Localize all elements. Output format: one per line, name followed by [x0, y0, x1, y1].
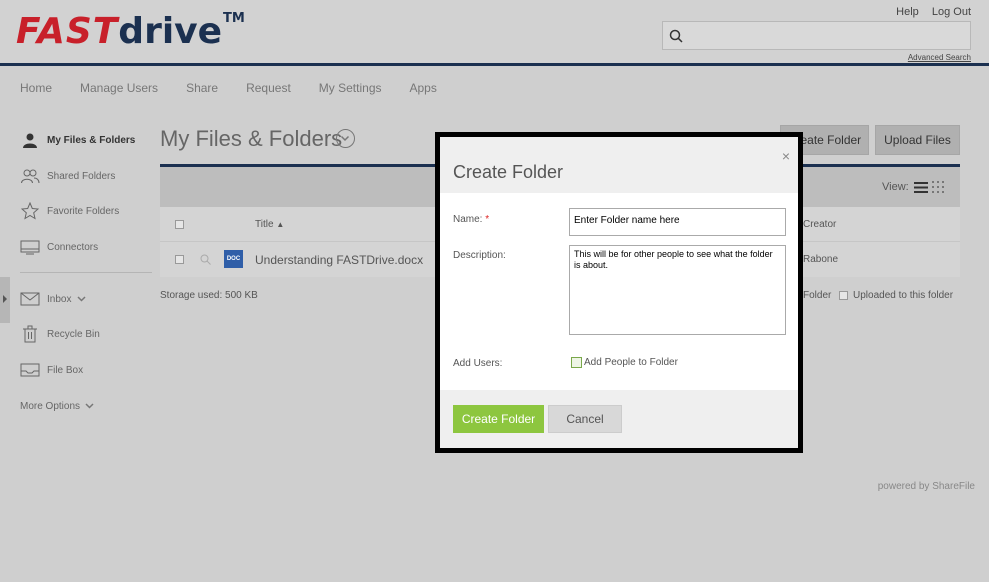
uploaded-checkbox[interactable]: [839, 291, 848, 300]
sidebar-item-label: Shared Folders: [47, 170, 116, 182]
filter-uploaded-label: Uploaded to this folder: [853, 290, 954, 301]
column-creator-header[interactable]: Creator: [803, 219, 836, 230]
sidebar-item-file-box[interactable]: File Box: [20, 359, 83, 381]
dialog-title: Create Folder: [453, 162, 564, 182]
sidebar-item-label: Favorite Folders: [47, 205, 120, 217]
sidebar-item-label: Connectors: [47, 241, 99, 253]
sidebar-item-shared-folders[interactable]: Shared Folders: [20, 165, 115, 187]
view-label: View:: [882, 181, 909, 193]
description-label: Description:: [453, 250, 506, 261]
nav-share[interactable]: Share: [186, 81, 218, 95]
fastdrive-logo[interactable]: FAST drive TM: [16, 11, 245, 52]
required-mark: *: [485, 214, 490, 225]
add-users-label: Add Users:: [453, 358, 503, 369]
file-creator: Rabone: [803, 254, 839, 265]
close-icon[interactable]: ×: [782, 148, 790, 164]
sidebar-item-favorite-folders[interactable]: Favorite Folders: [20, 200, 119, 222]
sidebar-collapse-tab[interactable]: [0, 277, 10, 323]
logo-drive-text: drive: [118, 11, 223, 52]
sidebar-item-label: Inbox: [47, 293, 72, 305]
chevron-down-icon: [85, 403, 94, 409]
logo-tm-mark: TM: [223, 11, 245, 26]
row-checkbox[interactable]: [175, 255, 184, 264]
create-folder-dialog: Create Folder × Name: * Enter Folder nam…: [435, 132, 803, 453]
mail-icon: [20, 290, 40, 308]
advanced-search-link[interactable]: Advanced Search: [908, 53, 971, 62]
description-textarea[interactable]: This will be for other people to see wha…: [569, 245, 786, 335]
star-icon: [20, 202, 40, 220]
name-label: Name: *: [453, 214, 490, 225]
top-links: Help Log Out: [886, 6, 971, 18]
list-view-icon[interactable]: [914, 181, 928, 194]
sidebar-item-label: My Files & Folders: [47, 134, 136, 146]
main-nav: Home Manage Users Share Request My Setti…: [20, 81, 465, 95]
sidebar-item-recycle-bin[interactable]: Recycle Bin: [20, 323, 100, 345]
powered-by-text: powered by ShareFile: [877, 481, 975, 492]
column-title-header[interactable]: Title ▲: [255, 219, 284, 230]
add-people-option[interactable]: Add People to Folder: [571, 357, 678, 368]
cancel-button[interactable]: Cancel: [548, 405, 622, 433]
nav-manage-users[interactable]: Manage Users: [80, 81, 158, 95]
chevron-down-icon: [77, 296, 86, 302]
doc-file-icon: DOC: [224, 250, 243, 268]
person-icon: [20, 131, 40, 149]
title-dropdown-icon[interactable]: [336, 129, 355, 148]
sidebar-item-my-files[interactable]: My Files & Folders: [20, 129, 135, 151]
add-people-checkbox[interactable]: [571, 357, 582, 368]
sidebar-item-inbox[interactable]: Inbox: [20, 288, 86, 310]
select-all-checkbox[interactable]: [175, 220, 184, 229]
sidebar-item-label: File Box: [47, 364, 84, 376]
sidebar-item-connectors[interactable]: Connectors: [20, 236, 98, 258]
help-link[interactable]: Help: [896, 6, 919, 18]
preview-search-icon[interactable]: [200, 254, 211, 265]
nav-my-settings[interactable]: My Settings: [319, 81, 382, 95]
dialog-header: Create Folder ×: [440, 137, 798, 193]
connector-icon: [20, 238, 40, 256]
sidebar-item-label: More Options: [20, 400, 81, 412]
folder-name-input[interactable]: Enter Folder name here: [569, 208, 786, 236]
logo-fast-text: FAST: [16, 11, 119, 52]
header-bar: FAST drive TM Help Log Out Advanced Sear…: [0, 0, 989, 66]
nav-apps[interactable]: Apps: [410, 81, 437, 95]
trash-icon: [20, 325, 40, 343]
sidebar-divider: [20, 272, 152, 273]
sidebar-item-label: Recycle Bin: [47, 328, 100, 340]
page-title: My Files & Folders: [160, 126, 343, 151]
nav-home[interactable]: Home: [20, 81, 52, 95]
add-people-label: Add People to Folder: [584, 357, 678, 368]
people-icon: [20, 167, 40, 185]
search-icon: [669, 29, 683, 43]
nav-request[interactable]: Request: [246, 81, 291, 95]
filter-folder-label: Folder: [803, 290, 832, 301]
sidebar-item-more-options[interactable]: More Options: [20, 395, 94, 417]
filter-uploaded-option[interactable]: Uploaded to this folder: [839, 290, 953, 301]
search-input[interactable]: [662, 21, 971, 50]
dialog-footer: Create Folder Cancel: [440, 390, 798, 448]
filebox-icon: [20, 361, 40, 379]
upload-files-button[interactable]: Upload Files: [875, 125, 960, 155]
file-title-link[interactable]: Understanding FASTDrive.docx: [255, 253, 423, 267]
logout-link[interactable]: Log Out: [932, 6, 971, 18]
storage-used: Storage used: 500 KB: [160, 290, 258, 301]
grid-view-icon[interactable]: [932, 181, 945, 194]
create-folder-submit-button[interactable]: Create Folder: [453, 405, 544, 433]
